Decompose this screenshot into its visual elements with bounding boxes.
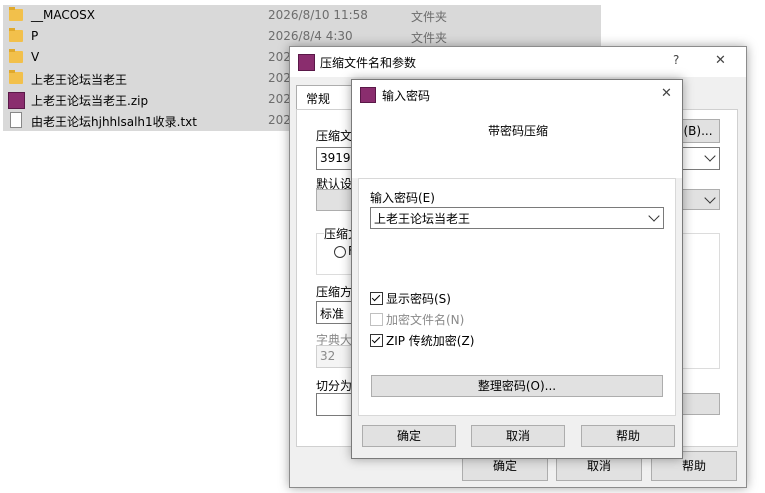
file-name: V	[31, 50, 40, 64]
password-dialog-titlebar: 输入密码 ✕	[352, 80, 682, 110]
file-row[interactable]: P 2026/8/4 4:30 文件夹	[3, 26, 601, 47]
file-name: 上老王论坛当老王	[31, 73, 128, 87]
encrypt-names-checkbox[interactable]	[370, 313, 383, 326]
winrar-icon	[360, 87, 376, 103]
password-header: 带密码压缩	[352, 110, 682, 178]
browse-button-label: (B)...	[683, 124, 713, 138]
password-label: 输入密码(E)	[370, 191, 435, 205]
zip-legacy-checkbox[interactable]	[370, 334, 383, 347]
folder-icon	[9, 49, 23, 63]
archive-dialog-titlebar: 压缩文件名和参数 ? ✕	[290, 47, 746, 77]
help-button-label: 帮助	[681, 459, 706, 473]
password-dialog-title: 输入密码	[382, 89, 431, 103]
ok-button-label: 确定	[492, 459, 517, 473]
password-cancel-button[interactable]: 取消	[471, 425, 565, 447]
close-icon[interactable]: ✕	[715, 53, 726, 68]
file-name: 上老王论坛当老王.zip	[31, 94, 149, 108]
chevron-down-icon[interactable]	[648, 210, 660, 222]
encrypt-names-label: 加密文件名(N)	[386, 313, 465, 327]
cancel-button-label: 取消	[586, 459, 611, 473]
tab-general[interactable]: 常规	[296, 85, 356, 110]
file-name: 由老王论坛hjhhlsalh1收录.txt	[31, 115, 197, 129]
organize-passwords-button[interactable]: 整理密码(O)...	[371, 375, 663, 397]
archive-icon	[8, 92, 25, 109]
method-label: 压缩方	[316, 285, 353, 299]
winrar-icon	[298, 54, 315, 71]
folder-icon	[9, 7, 23, 21]
folder-icon	[9, 28, 23, 42]
password-cancel-label: 取消	[505, 429, 530, 443]
archive-name-label: 压缩文	[316, 129, 353, 143]
method-value: 标准	[320, 307, 345, 321]
archive-dialog-title: 压缩文件名和参数	[320, 56, 417, 70]
show-password-checkbox[interactable]	[370, 292, 383, 305]
password-ok-label: 确定	[396, 429, 421, 443]
file-row[interactable]: __MACOSX 2026/8/10 11:58 文件夹	[3, 5, 601, 26]
close-icon[interactable]: ✕	[661, 86, 672, 101]
password-help-button[interactable]: 帮助	[581, 425, 675, 447]
file-type: 文件夹	[411, 31, 448, 45]
password-heading: 带密码压缩	[488, 124, 549, 138]
file-date: 2026/8/10 11:58	[268, 8, 368, 22]
folder-icon	[9, 70, 23, 84]
zip-legacy-label: ZIP 传统加密(Z)	[386, 334, 475, 348]
organize-passwords-label: 整理密码(O)...	[477, 379, 557, 393]
help-icon[interactable]: ?	[673, 53, 679, 67]
format-radio[interactable]	[334, 246, 346, 258]
file-name: P	[31, 29, 39, 43]
password-help-label: 帮助	[615, 429, 640, 443]
password-ok-button[interactable]: 确定	[362, 425, 456, 447]
file-date: 2026/8/4 4:30	[268, 29, 353, 43]
show-password-label: 显示密码(S)	[386, 292, 451, 306]
dict-value: 32	[320, 349, 336, 363]
password-value: 上老王论坛当老王	[374, 212, 471, 226]
tab-general-label: 常规	[306, 92, 331, 106]
text-file-icon	[10, 112, 22, 128]
password-input[interactable]: 上老王论坛当老王	[370, 207, 664, 229]
file-name: __MACOSX	[31, 8, 96, 22]
password-dialog: 输入密码 ✕ 带密码压缩 输入密码(E) 上老王论坛当老王 显示密码(S) 加密…	[351, 79, 683, 459]
profiles-button[interactable]	[316, 189, 354, 211]
file-type: 文件夹	[411, 10, 448, 24]
split-label: 切分为	[316, 379, 353, 393]
